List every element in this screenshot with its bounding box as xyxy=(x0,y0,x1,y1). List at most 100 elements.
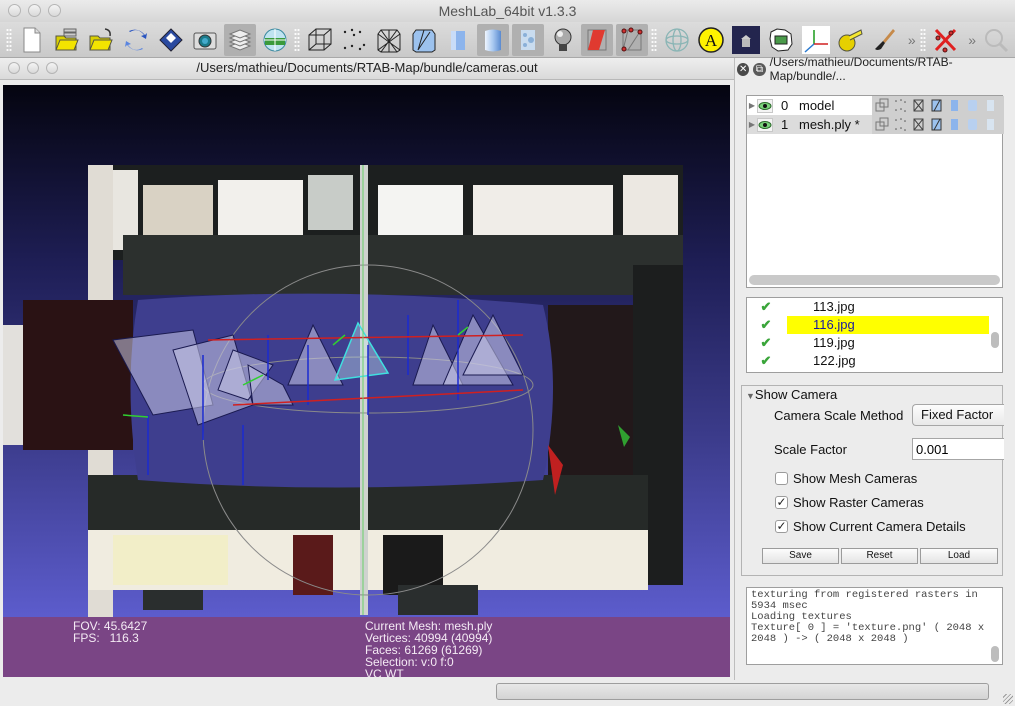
load-button[interactable]: Load xyxy=(920,548,998,564)
open-project-button[interactable] xyxy=(51,24,83,56)
window-resize-grip[interactable] xyxy=(1003,694,1013,704)
raster-row[interactable]: ✔ 113.jpg xyxy=(747,298,1002,316)
measure-button[interactable] xyxy=(834,24,866,56)
raster-visible-check-icon[interactable]: ✔ xyxy=(747,353,785,369)
layer-render-icons xyxy=(872,96,1004,115)
visibility-eye-icon[interactable] xyxy=(757,117,773,132)
layer-row[interactable]: ▶ 1 mesh.ply * xyxy=(747,115,1004,134)
bbox-icon[interactable] xyxy=(875,98,890,113)
layer-list-scrollbar[interactable] xyxy=(749,275,1000,285)
zoom-button[interactable] xyxy=(980,24,1012,56)
status-progress-bar xyxy=(496,683,989,700)
viewer-minimize-button[interactable] xyxy=(27,62,39,74)
toolbar-grip[interactable] xyxy=(919,27,926,52)
paint-button[interactable] xyxy=(869,24,901,56)
log-scrollbar[interactable] xyxy=(991,646,999,662)
raster-icon xyxy=(263,28,287,51)
save-snapshot-button[interactable] xyxy=(190,24,222,56)
dock-float-button[interactable]: ⧉ xyxy=(753,62,766,76)
show-raster-cameras-row[interactable]: ✓ Show Raster Cameras xyxy=(775,495,924,510)
toolbar-overflow-button-2[interactable]: » xyxy=(968,32,976,48)
annotation-button[interactable]: A xyxy=(696,24,728,56)
hidden-lines-button[interactable] xyxy=(408,24,440,56)
flat-icon[interactable] xyxy=(947,117,962,132)
toolbar-grip[interactable] xyxy=(6,27,12,52)
viewer-zoom-button[interactable] xyxy=(46,62,58,74)
import-mesh-button[interactable] xyxy=(85,24,117,56)
scale-factor-input[interactable] xyxy=(912,438,1004,460)
viewer-title: /Users/mathieu/Documents/RTAB-Map/bundle… xyxy=(196,60,538,75)
save-button[interactable]: Save xyxy=(762,548,839,564)
smooth-icon[interactable] xyxy=(965,98,980,113)
collapse-triangle-icon[interactable]: ▼ xyxy=(746,391,755,401)
mesh-filter-icon xyxy=(769,27,793,52)
viewer-close-button[interactable] xyxy=(8,62,20,74)
flat-icon[interactable] xyxy=(947,98,962,113)
wireframe-icon[interactable] xyxy=(911,117,926,132)
raster-row[interactable]: ✔ 122.jpg xyxy=(747,352,1002,370)
layer-dialog-button[interactable] xyxy=(224,23,256,56)
texture-button[interactable] xyxy=(511,23,544,56)
show-mesh-cameras-row[interactable]: Show Mesh Cameras xyxy=(775,471,917,486)
zoom-window-button[interactable] xyxy=(48,4,61,17)
3d-viewport[interactable]: FOV: 45.6427 FPS: 116.3 Current Mesh: me… xyxy=(3,85,730,677)
scene-icon xyxy=(732,25,761,54)
show-mesh-cameras-checkbox[interactable] xyxy=(775,472,788,485)
reload-button[interactable] xyxy=(120,24,152,56)
mesh-filter-button[interactable] xyxy=(765,24,797,56)
reset-button[interactable]: Reset xyxy=(841,548,918,564)
trackball-button[interactable] xyxy=(661,24,693,56)
expand-arrow-icon[interactable]: ▶ xyxy=(747,120,757,129)
log-console[interactable]: texturing from registered rasters in 593… xyxy=(746,587,1003,665)
export-mesh-button[interactable] xyxy=(155,24,187,56)
hidden-lines-icon[interactable] xyxy=(929,117,944,132)
light-button[interactable] xyxy=(547,24,579,56)
delete-selection-button[interactable] xyxy=(930,24,962,56)
show-raster-button[interactable] xyxy=(259,24,291,56)
scene-button[interactable] xyxy=(730,24,762,56)
new-project-button[interactable] xyxy=(16,24,48,56)
raster-row[interactable]: ✔ 116.jpg xyxy=(747,316,1002,334)
show-raster-cameras-checkbox[interactable]: ✓ xyxy=(775,496,788,509)
points-icon[interactable] xyxy=(893,117,908,132)
measure-icon xyxy=(838,28,863,51)
show-camera-details-row[interactable]: ✓ Show Current Camera Details xyxy=(775,519,966,534)
toolbar-grip[interactable] xyxy=(650,27,657,52)
dock-close-button[interactable]: ✕ xyxy=(737,62,750,76)
toolbar-grip[interactable] xyxy=(293,27,300,52)
visibility-eye-icon[interactable] xyxy=(757,98,773,113)
points-button[interactable] xyxy=(338,24,370,56)
flat-lines-button[interactable] xyxy=(443,24,475,56)
smooth-button[interactable] xyxy=(477,23,509,56)
close-window-button[interactable] xyxy=(8,4,21,17)
smooth-icon[interactable] xyxy=(965,117,980,132)
raster-row[interactable]: ✔ 119.jpg xyxy=(747,334,1002,352)
show-camera-header[interactable]: ▼Show Camera xyxy=(746,387,837,402)
open-project-icon xyxy=(54,28,79,50)
axes-button[interactable] xyxy=(800,24,832,56)
raster-visible-check-icon[interactable]: ✔ xyxy=(747,299,785,315)
points-icon[interactable] xyxy=(893,98,908,113)
bbox-icon[interactable] xyxy=(875,117,890,132)
hidden-lines-icon[interactable] xyxy=(929,98,944,113)
new-file-icon xyxy=(23,27,41,52)
select-faces-button[interactable] xyxy=(581,23,614,56)
hidden-lines-icon xyxy=(412,29,436,52)
layer-row[interactable]: ▶ 0 model xyxy=(747,96,1004,115)
wireframe-button[interactable] xyxy=(373,24,405,56)
minimize-window-button[interactable] xyxy=(28,4,41,17)
bounding-box-button[interactable] xyxy=(304,24,336,56)
layers-icon xyxy=(228,28,252,51)
wireframe-icon[interactable] xyxy=(911,98,926,113)
texture-icon[interactable] xyxy=(983,117,998,132)
texture-icon[interactable] xyxy=(983,98,998,113)
expand-arrow-icon[interactable]: ▶ xyxy=(747,101,757,110)
camera-scale-method-select[interactable]: Fixed Factor xyxy=(912,404,1004,426)
raster-visible-check-icon[interactable]: ✔ xyxy=(747,317,785,333)
show-camera-details-checkbox[interactable]: ✓ xyxy=(775,520,788,533)
raster-list-scrollbar[interactable] xyxy=(991,332,999,348)
toolbar-overflow-button[interactable]: » xyxy=(908,32,916,48)
raster-visible-check-icon[interactable]: ✔ xyxy=(747,335,785,351)
wireframe-icon xyxy=(377,29,401,52)
select-vertices-button[interactable] xyxy=(616,23,648,56)
